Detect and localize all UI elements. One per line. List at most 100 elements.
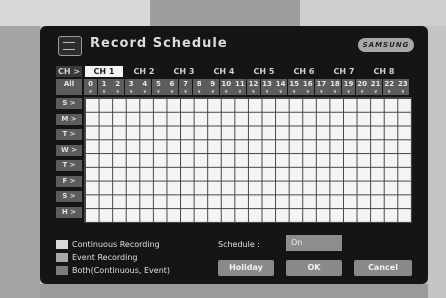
hour-label: 8 [196, 80, 202, 88]
chevron-down-icon: ∨ [373, 89, 378, 95]
title-bar: Record Schedule SAMSUNG [46, 34, 422, 58]
hour-column-13[interactable]: 13 ∨ [260, 79, 274, 95]
chevron-down-icon: ∨ [387, 89, 392, 95]
day-row-label[interactable]: M > [56, 113, 82, 125]
day-row-label[interactable]: S > [56, 98, 82, 109]
camera-feed-tile [300, 0, 446, 26]
hour-column-8[interactable]: 8 ∨ [192, 79, 206, 95]
tab-ch8[interactable]: CH 8 [365, 66, 403, 77]
chevron-down-icon: ∨ [332, 89, 337, 95]
hour-column-23[interactable]: 23 ∨ [396, 79, 410, 95]
day-row-label[interactable]: T > [56, 160, 82, 171]
hour-column-16[interactable]: 16 ∨ [301, 79, 315, 95]
legend-label: Event Recording [72, 253, 138, 262]
chevron-down-icon: ∨ [237, 89, 242, 95]
hour-label: 7 [183, 80, 188, 88]
tab-ch1[interactable]: CH 1 [85, 66, 123, 77]
hour-label: 10 [221, 80, 232, 88]
schedule-label: Schedule : [218, 240, 260, 249]
cancel-button[interactable]: Cancel [354, 260, 412, 276]
holiday-button[interactable]: Holiday [218, 260, 274, 276]
chevron-down-icon: ∨ [142, 89, 147, 95]
hour-column-7[interactable]: 7 ∨ [179, 79, 193, 95]
tab-ch3[interactable]: CH 3 [165, 66, 203, 77]
camera-feed-tile [0, 26, 40, 298]
hour-column-6[interactable]: 6 ∨ [165, 79, 179, 95]
hour-column-20[interactable]: 20 ∨ [355, 79, 369, 95]
chevron-down-icon: ∨ [115, 89, 120, 95]
hour-column-17[interactable]: 17 ∨ [314, 79, 328, 95]
hour-column-10[interactable]: 10 ∨ [219, 79, 233, 95]
hour-column-5[interactable]: 5 ∨ [151, 79, 165, 95]
legend-swatch [56, 253, 68, 262]
hour-column-0[interactable]: 0 ∨ [84, 79, 97, 95]
hour-column-19[interactable]: 19 ∨ [342, 79, 356, 95]
tab-ch6[interactable]: CH 6 [285, 66, 323, 77]
hour-column-21[interactable]: 21 ∨ [369, 79, 383, 95]
hour-label: 11 [235, 80, 245, 88]
hour-label: 13 [262, 80, 272, 88]
camera-feed-tile [150, 0, 300, 26]
channel-row-header: CH > [56, 66, 82, 77]
chevron-down-icon: ∨ [319, 89, 324, 95]
day-row-label[interactable]: T > [56, 129, 82, 140]
hour-column-11[interactable]: 11 ∨ [233, 79, 247, 95]
hour-label: 1 [101, 80, 107, 88]
hour-column-12[interactable]: 12 ∨ [246, 79, 260, 95]
chevron-down-icon: ∨ [224, 89, 229, 95]
chevron-down-icon: ∨ [88, 89, 93, 95]
camera-feed-tile [40, 284, 428, 298]
chevron-down-icon: ∨ [265, 89, 270, 95]
chevron-down-icon: ∨ [292, 89, 297, 95]
hour-label: 12 [248, 80, 259, 88]
hour-column-14[interactable]: 14 ∨ [274, 79, 288, 95]
chevron-down-icon: ∨ [251, 89, 256, 95]
tab-ch4[interactable]: CH 4 [205, 66, 243, 77]
chevron-down-icon: ∨ [278, 89, 283, 95]
page-title: Record Schedule [90, 36, 228, 51]
chevron-down-icon: ∨ [102, 89, 107, 95]
chevron-down-icon: ∨ [305, 89, 310, 95]
schedule-select[interactable]: On [286, 235, 342, 251]
hour-header-row: All 0 ∨ 1 ∨ 2 ∨ 3 ∨ 4 ∨ 5 ∨ 6 ∨ 7 ∨ 8 ∨ 9 ∨ 10 ∨ 11 ∨ 12 ∨ 13 ∨ 14 ∨ 1… [56, 79, 410, 95]
hour-label: 0 [88, 80, 93, 88]
hour-label: 23 [397, 80, 408, 88]
chevron-down-icon: ∨ [129, 89, 134, 95]
chevron-down-icon: ∨ [360, 89, 365, 95]
hour-label: 15 [289, 80, 300, 88]
hour-label: 16 [302, 80, 313, 88]
hour-label: 4 [142, 80, 148, 88]
hour-column-1[interactable]: 1 ∨ [97, 79, 111, 95]
camera-feed-tile [0, 0, 150, 26]
day-row-label[interactable]: W > [56, 144, 82, 156]
day-row-label[interactable]: F > [56, 175, 82, 187]
hour-column-22[interactable]: 22 ∨ [382, 79, 396, 95]
hour-label: 5 [155, 80, 161, 88]
hour-label: 3 [128, 80, 134, 88]
hour-column-18[interactable]: 18 ∨ [328, 79, 342, 95]
hour-label: 20 [357, 80, 367, 88]
chevron-down-icon: ∨ [400, 89, 405, 95]
hour-column-3[interactable]: 3 ∨ [124, 79, 138, 95]
select-all-button[interactable]: All [56, 79, 82, 95]
chevron-down-icon: ∨ [156, 89, 161, 95]
chevron-down-icon: ∨ [210, 89, 215, 95]
chevron-down-icon: ∨ [346, 89, 351, 95]
tab-ch5[interactable]: CH 5 [245, 66, 283, 77]
hour-label: 19 [343, 80, 354, 88]
hour-label: 22 [384, 80, 395, 88]
hour-column-4[interactable]: 4 ∨ [138, 79, 152, 95]
schedule-grid[interactable] [84, 97, 412, 223]
tab-ch2[interactable]: CH 2 [125, 66, 163, 77]
hour-column-9[interactable]: 9 ∨ [206, 79, 220, 95]
hour-column-15[interactable]: 15 ∨ [287, 79, 301, 95]
channel-tabs: CH > CH 1 CH 2 CH 3 CH 4 CH 5 CH 6 CH 7 … [56, 66, 410, 77]
day-row-label[interactable]: H > [56, 206, 82, 218]
tab-ch7[interactable]: CH 7 [325, 66, 363, 77]
chevron-down-icon: ∨ [197, 89, 202, 95]
camera-feed-tile [428, 26, 446, 298]
hour-column-2[interactable]: 2 ∨ [111, 79, 125, 95]
hour-label: 14 [275, 80, 286, 88]
day-row-label[interactable]: S > [56, 191, 82, 202]
ok-button[interactable]: OK [286, 260, 342, 276]
